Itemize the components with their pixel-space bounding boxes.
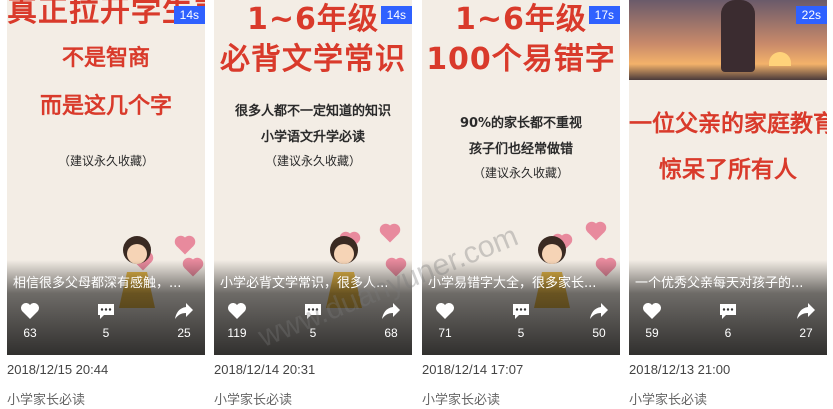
share-stat[interactable]: 27: [795, 302, 817, 340]
poster-title: 100个易错字: [426, 42, 616, 77]
video-thumbnail[interactable]: 1~6年级 100个易错字 90%的家长都不重视 孩子们也经常做错 （建议永久收…: [422, 0, 620, 355]
comment-count: 6: [724, 326, 732, 340]
heart-icon[interactable]: [435, 302, 455, 320]
heart-icon[interactable]: [642, 302, 662, 320]
person-silhouette-icon: [721, 0, 755, 72]
poster-line: 不是智商: [61, 46, 150, 71]
comment-stat[interactable]: 5: [95, 302, 117, 340]
comment-stat[interactable]: 6: [717, 302, 739, 340]
duration-badge: 17s: [588, 6, 620, 24]
author-name[interactable]: 小学家长必读: [629, 389, 707, 408]
duration-badge: 14s: [380, 6, 412, 24]
heart-icon[interactable]: [20, 302, 40, 320]
poster-line: 90%的家长都不重视: [459, 116, 583, 131]
comment-icon[interactable]: [96, 302, 116, 320]
share-count: 25: [177, 326, 191, 340]
video-grid: 真正拉开学生差距 不是智商 而是这几个字 （建议永久收藏） 14s 相信很多父母…: [0, 0, 833, 409]
like-count: 63: [23, 326, 37, 340]
comment-stat[interactable]: 5: [302, 302, 324, 340]
like-count: 119: [227, 326, 247, 340]
like-stat[interactable]: 71: [434, 302, 456, 340]
comment-icon[interactable]: [303, 302, 323, 320]
comment-count: 5: [517, 326, 525, 340]
poster-note: （建议永久收藏）: [472, 166, 569, 180]
like-count: 71: [438, 326, 452, 340]
comment-count: 5: [309, 326, 317, 340]
video-card[interactable]: 一位父亲的家庭教育 惊呆了所有人 22s 一个优秀父亲每天对孩子的... 59 …: [629, 0, 827, 409]
duration-badge: 14s: [173, 6, 205, 24]
video-card[interactable]: 真正拉开学生差距 不是智商 而是这几个字 （建议永久收藏） 14s 相信很多父母…: [7, 0, 205, 409]
share-arrow-icon[interactable]: [174, 302, 194, 320]
poster-note: （建议永久收藏）: [57, 154, 154, 168]
poster-line: 很多人都不一定知道的知识: [234, 104, 391, 119]
author-name[interactable]: 小学家长必读: [214, 389, 292, 408]
like-stat[interactable]: 119: [226, 302, 248, 340]
video-thumbnail[interactable]: 真正拉开学生差距 不是智商 而是这几个字 （建议永久收藏） 14s 相信很多父母…: [7, 0, 205, 355]
post-date: 2018/12/13 21:00: [629, 362, 731, 377]
video-thumbnail[interactable]: 一位父亲的家庭教育 惊呆了所有人 22s 一个优秀父亲每天对孩子的... 59 …: [629, 0, 827, 355]
share-stat[interactable]: 25: [173, 302, 195, 340]
poster-title: 惊呆了所有人: [659, 157, 797, 183]
like-stat[interactable]: 63: [19, 302, 41, 340]
video-card[interactable]: 1~6年级 必背文学常识 很多人都不一定知道的知识 小学语文升学必读 （建议永久…: [214, 0, 412, 409]
comment-icon[interactable]: [718, 302, 738, 320]
share-count: 50: [592, 326, 606, 340]
comment-count: 5: [102, 326, 110, 340]
sun-icon: [769, 52, 791, 66]
duration-badge: 22s: [795, 6, 827, 24]
video-caption[interactable]: 相信很多父母都深有感触，...: [13, 272, 199, 291]
author-name[interactable]: 小学家长必读: [422, 389, 500, 408]
share-arrow-icon[interactable]: [589, 302, 609, 320]
poster-title: 一位父亲的家庭教育: [629, 111, 827, 137]
video-caption[interactable]: 一个优秀父亲每天对孩子的...: [635, 272, 821, 291]
like-stat[interactable]: 59: [641, 302, 663, 340]
share-stat[interactable]: 68: [380, 302, 402, 340]
poster-line: 孩子们也经常做错: [468, 142, 573, 157]
video-thumbnail[interactable]: 1~6年级 必背文学常识 很多人都不一定知道的知识 小学语文升学必读 （建议永久…: [214, 0, 412, 355]
heart-decoration-icon: [381, 225, 399, 243]
share-stat[interactable]: 50: [588, 302, 610, 340]
video-caption[interactable]: 小学必背文学常识，很多人...: [220, 272, 406, 291]
comment-icon[interactable]: [511, 302, 531, 320]
video-caption[interactable]: 小学易错字大全，很多家长...: [428, 272, 614, 291]
heart-decoration-icon: [176, 237, 194, 255]
author-name[interactable]: 小学家长必读: [7, 389, 85, 408]
poster-line: 而是这几个字: [39, 94, 172, 119]
share-arrow-icon[interactable]: [381, 302, 401, 320]
post-date: 2018/12/14 17:07: [422, 362, 524, 377]
poster-note: （建议永久收藏）: [264, 154, 361, 168]
post-date: 2018/12/15 20:44: [7, 362, 109, 377]
poster-line: 小学语文升学必读: [260, 130, 365, 145]
heart-icon[interactable]: [227, 302, 247, 320]
like-count: 59: [645, 326, 659, 340]
video-card[interactable]: 1~6年级 100个易错字 90%的家长都不重视 孩子们也经常做错 （建议永久收…: [422, 0, 620, 409]
poster-title: 必背文学常识: [220, 42, 406, 77]
share-arrow-icon[interactable]: [796, 302, 816, 320]
share-count: 68: [384, 326, 398, 340]
post-date: 2018/12/14 20:31: [214, 362, 316, 377]
comment-stat[interactable]: 5: [510, 302, 532, 340]
share-count: 27: [799, 326, 813, 340]
